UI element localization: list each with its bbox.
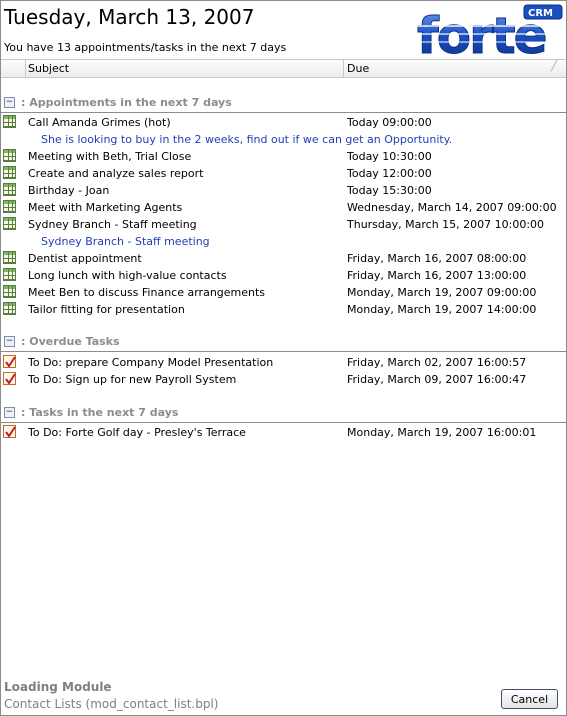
forte-crm-logo: forte CRM [413, 3, 565, 66]
appointment-due: Today 10:30:00 [347, 150, 432, 163]
calendar-icon [3, 115, 16, 128]
appointment-subject: Meet Ben to discuss Finance arrangements [28, 286, 266, 299]
crm-window: Tuesday, March 13, 2007 You have 13 appo… [0, 0, 567, 716]
appointment-due: Friday, March 16, 2007 13:00:00 [347, 269, 527, 282]
calendar-icon [3, 217, 16, 230]
appointment-subject: Dentist appointment [28, 252, 142, 265]
appointment-due: Wednesday, March 14, 2007 09:00:00 [347, 201, 557, 214]
appointment-note: She is looking to buy in the 2 weeks, fi… [41, 133, 453, 146]
appointment-due: Friday, March 16, 2007 08:00:00 [347, 252, 527, 265]
checked-task-icon [3, 425, 16, 438]
task-subject: To Do: Sign up for new Payroll System [28, 373, 237, 386]
collapse-toggle-icon[interactable]: − [4, 407, 15, 418]
appointment-row[interactable]: Tailor fitting for presentation Monday, … [1, 301, 566, 318]
sort-indicator-icon: ╱ [551, 61, 558, 72]
appointment-row[interactable]: Call Amanda Grimes (hot) Today 09:00:00 [1, 114, 566, 131]
appointment-summary: You have 13 appointments/tasks in the ne… [4, 41, 287, 54]
appointment-subject: Create and analyze sales report [28, 167, 204, 180]
appointment-row[interactable]: Long lunch with high-value contacts Frid… [1, 267, 566, 284]
appointment-due: Today 12:00:00 [347, 167, 432, 180]
appointment-subject: Meet with Marketing Agents [28, 201, 183, 214]
task-subject: To Do: Forte Golf day - Presley's Terrac… [28, 426, 246, 439]
appointment-row[interactable]: Meeting with Beth, Trial Close Today 10:… [1, 148, 566, 165]
appointment-row[interactable]: Meet with Marketing Agents Wednesday, Ma… [1, 199, 566, 216]
task-due: Friday, March 09, 2007 16:00:47 [347, 373, 527, 386]
calendar-icon [3, 149, 16, 162]
calendar-icon [3, 251, 16, 264]
subject-column-header[interactable]: Subject [28, 62, 69, 75]
calendar-icon [3, 285, 16, 298]
appointment-row[interactable]: Sydney Branch - Staff meeting Thursday, … [1, 216, 566, 233]
column-divider[interactable] [343, 60, 344, 77]
task-row[interactable]: To Do: Forte Golf day - Presley's Terrac… [1, 424, 566, 441]
appointment-row[interactable]: Dentist appointment Friday, March 16, 20… [1, 250, 566, 267]
group-overdue-tasks[interactable]: − : Overdue Tasks [1, 333, 566, 352]
logo-badge: CRM [528, 8, 553, 19]
loading-module-name: Contact Lists (mod_contact_list.bpl) [4, 697, 219, 711]
calendar-icon [3, 166, 16, 179]
appointment-due: Today 15:30:00 [347, 184, 432, 197]
appointment-due: Today 09:00:00 [347, 116, 432, 129]
appointment-subject: Long lunch with high-value contacts [28, 269, 227, 282]
due-column-header[interactable]: Due [347, 62, 369, 75]
collapse-toggle-icon[interactable]: − [4, 97, 15, 108]
appointment-subject: Meeting with Beth, Trial Close [28, 150, 192, 163]
calendar-icon [3, 183, 16, 196]
calendar-icon [3, 268, 16, 281]
group-appointments[interactable]: − : Appointments in the next 7 days [1, 94, 566, 113]
group-label: : Overdue Tasks [21, 335, 120, 348]
appointment-row[interactable]: Meet Ben to discuss Finance arrangements… [1, 284, 566, 301]
icon-column-header[interactable] [1, 60, 26, 77]
task-due: Friday, March 02, 2007 16:00:57 [347, 356, 527, 369]
group-label: : Appointments in the next 7 days [21, 96, 232, 109]
task-due: Monday, March 19, 2007 16:00:01 [347, 426, 537, 439]
calendar-icon [3, 200, 16, 213]
appointment-subject: Tailor fitting for presentation [28, 303, 185, 316]
appointment-subject: Sydney Branch - Staff meeting [28, 218, 197, 231]
calendar-icon [3, 302, 16, 315]
appointment-subject: Birthday - Joan [28, 184, 110, 197]
collapse-toggle-icon[interactable]: − [4, 336, 15, 347]
appointment-subject: Call Amanda Grimes (hot) [28, 116, 171, 129]
task-row[interactable]: To Do: Sign up for new Payroll System Fr… [1, 371, 566, 388]
group-label: : Tasks in the next 7 days [21, 406, 179, 419]
checked-task-icon [3, 372, 16, 385]
loading-status: Loading Module [4, 680, 112, 694]
appointment-due: Thursday, March 15, 2007 10:00:00 [347, 218, 545, 231]
appointment-row[interactable]: Create and analyze sales report Today 12… [1, 165, 566, 182]
appointment-row[interactable]: Birthday - Joan Today 15:30:00 [1, 182, 566, 199]
checked-task-icon [3, 355, 16, 368]
group-tasks-next-7-days[interactable]: − : Tasks in the next 7 days [1, 404, 566, 423]
appointment-due: Monday, March 19, 2007 14:00:00 [347, 303, 537, 316]
task-subject: To Do: prepare Company Model Presentatio… [28, 356, 274, 369]
page-title: Tuesday, March 13, 2007 [4, 5, 255, 29]
appointment-note: Sydney Branch - Staff meeting [41, 235, 210, 248]
column-header-bar: Subject Due ╱ [1, 59, 566, 78]
appointment-due: Monday, March 19, 2007 09:00:00 [347, 286, 537, 299]
cancel-button[interactable]: Cancel [501, 689, 558, 709]
task-row[interactable]: To Do: prepare Company Model Presentatio… [1, 354, 566, 371]
